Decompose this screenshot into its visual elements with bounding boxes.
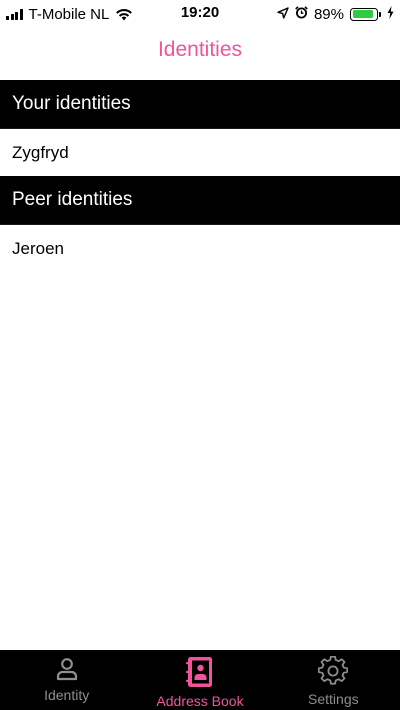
tab-label: Identity bbox=[44, 687, 90, 703]
battery-percent: 89% bbox=[313, 5, 344, 23]
tab-label: Settings bbox=[308, 691, 359, 707]
section-header-your-identities: Your identities bbox=[0, 80, 400, 129]
tab-bar: Identity Address Book Settings bbox=[0, 650, 400, 710]
tab-settings[interactable]: Settings bbox=[267, 650, 400, 710]
tab-address-book[interactable]: Address Book bbox=[133, 650, 266, 710]
list-item[interactable]: Jeroen bbox=[0, 225, 400, 272]
alarm-icon bbox=[295, 5, 308, 23]
tab-identity[interactable]: Identity bbox=[0, 650, 133, 710]
gear-icon bbox=[318, 656, 349, 685]
address-book-icon bbox=[185, 657, 212, 687]
battery-fill bbox=[352, 10, 373, 18]
status-bar: T-Mobile NL 19:20 89% bbox=[0, 0, 400, 28]
section-header-peer-identities: Peer identities bbox=[0, 176, 400, 225]
person-icon bbox=[56, 658, 77, 681]
location-icon bbox=[277, 6, 289, 23]
battery-icon bbox=[350, 7, 381, 21]
status-right: 89% bbox=[277, 4, 394, 24]
charging-icon bbox=[387, 5, 394, 23]
identities-list: Your identities Zygfryd Peer identities … bbox=[0, 80, 400, 272]
tab-label: Address Book bbox=[156, 693, 244, 709]
list-item[interactable]: Zygfryd bbox=[0, 129, 400, 176]
page-title: Identities bbox=[157, 38, 243, 61]
